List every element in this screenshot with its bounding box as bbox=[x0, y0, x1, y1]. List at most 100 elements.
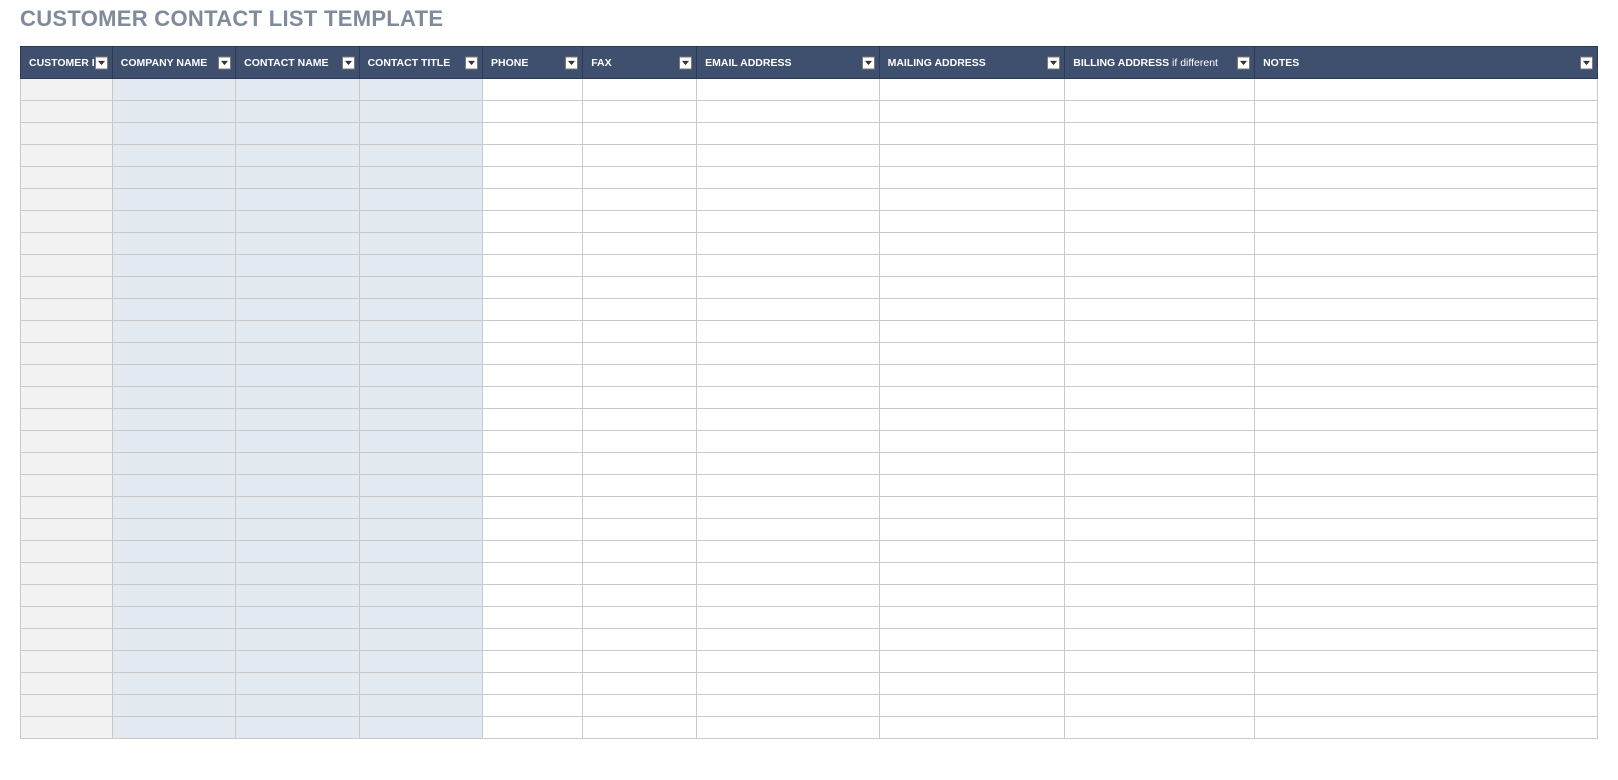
cell[interactable] bbox=[359, 673, 482, 695]
cell[interactable] bbox=[879, 343, 1065, 365]
cell[interactable] bbox=[359, 717, 482, 739]
filter-dropdown-icon[interactable] bbox=[679, 56, 692, 69]
cell[interactable] bbox=[583, 695, 697, 717]
cell[interactable] bbox=[21, 475, 113, 497]
cell[interactable] bbox=[482, 431, 582, 453]
cell[interactable] bbox=[697, 277, 879, 299]
cell[interactable] bbox=[697, 431, 879, 453]
cell[interactable] bbox=[112, 101, 235, 123]
cell[interactable] bbox=[1065, 519, 1255, 541]
cell[interactable] bbox=[112, 651, 235, 673]
cell[interactable] bbox=[21, 299, 113, 321]
cell[interactable] bbox=[697, 563, 879, 585]
cell[interactable] bbox=[21, 277, 113, 299]
cell[interactable] bbox=[482, 651, 582, 673]
cell[interactable] bbox=[482, 167, 582, 189]
cell[interactable] bbox=[21, 541, 113, 563]
cell[interactable] bbox=[21, 255, 113, 277]
cell[interactable] bbox=[697, 541, 879, 563]
cell[interactable] bbox=[359, 189, 482, 211]
cell[interactable] bbox=[583, 255, 697, 277]
cell[interactable] bbox=[697, 255, 879, 277]
cell[interactable] bbox=[359, 365, 482, 387]
cell[interactable] bbox=[236, 563, 359, 585]
cell[interactable] bbox=[21, 651, 113, 673]
cell[interactable] bbox=[359, 431, 482, 453]
cell[interactable] bbox=[1065, 145, 1255, 167]
cell[interactable] bbox=[1255, 629, 1598, 651]
cell[interactable] bbox=[482, 299, 582, 321]
cell[interactable] bbox=[21, 585, 113, 607]
cell[interactable] bbox=[1255, 255, 1598, 277]
cell[interactable] bbox=[1065, 717, 1255, 739]
cell[interactable] bbox=[112, 431, 235, 453]
cell[interactable] bbox=[1255, 651, 1598, 673]
cell[interactable] bbox=[697, 365, 879, 387]
cell[interactable] bbox=[21, 343, 113, 365]
cell[interactable] bbox=[21, 387, 113, 409]
cell[interactable] bbox=[583, 519, 697, 541]
cell[interactable] bbox=[879, 189, 1065, 211]
cell[interactable] bbox=[583, 409, 697, 431]
cell[interactable] bbox=[1065, 79, 1255, 101]
cell[interactable] bbox=[21, 519, 113, 541]
cell[interactable] bbox=[583, 211, 697, 233]
cell[interactable] bbox=[359, 211, 482, 233]
cell[interactable] bbox=[21, 629, 113, 651]
cell[interactable] bbox=[236, 651, 359, 673]
cell[interactable] bbox=[879, 607, 1065, 629]
cell[interactable] bbox=[482, 189, 582, 211]
cell[interactable] bbox=[236, 365, 359, 387]
cell[interactable] bbox=[482, 255, 582, 277]
cell[interactable] bbox=[1065, 453, 1255, 475]
cell[interactable] bbox=[879, 541, 1065, 563]
cell[interactable] bbox=[879, 651, 1065, 673]
cell[interactable] bbox=[482, 277, 582, 299]
cell[interactable] bbox=[236, 387, 359, 409]
cell[interactable] bbox=[112, 673, 235, 695]
cell[interactable] bbox=[112, 255, 235, 277]
cell[interactable] bbox=[1065, 563, 1255, 585]
cell[interactable] bbox=[879, 387, 1065, 409]
cell[interactable] bbox=[21, 607, 113, 629]
cell[interactable] bbox=[482, 519, 582, 541]
cell[interactable] bbox=[359, 387, 482, 409]
cell[interactable] bbox=[112, 497, 235, 519]
cell[interactable] bbox=[1255, 189, 1598, 211]
cell[interactable] bbox=[879, 101, 1065, 123]
cell[interactable] bbox=[697, 519, 879, 541]
cell[interactable] bbox=[112, 343, 235, 365]
cell[interactable] bbox=[21, 497, 113, 519]
cell[interactable] bbox=[1255, 101, 1598, 123]
cell[interactable] bbox=[112, 365, 235, 387]
filter-dropdown-icon[interactable] bbox=[565, 56, 578, 69]
cell[interactable] bbox=[359, 585, 482, 607]
cell[interactable] bbox=[21, 695, 113, 717]
cell[interactable] bbox=[697, 101, 879, 123]
cell[interactable] bbox=[583, 673, 697, 695]
cell[interactable] bbox=[879, 145, 1065, 167]
cell[interactable] bbox=[879, 211, 1065, 233]
cell[interactable] bbox=[359, 123, 482, 145]
cell[interactable] bbox=[879, 695, 1065, 717]
cell[interactable] bbox=[112, 519, 235, 541]
cell[interactable] bbox=[359, 541, 482, 563]
cell[interactable] bbox=[583, 563, 697, 585]
cell[interactable] bbox=[1255, 211, 1598, 233]
cell[interactable] bbox=[482, 123, 582, 145]
cell[interactable] bbox=[236, 255, 359, 277]
cell[interactable] bbox=[359, 409, 482, 431]
cell[interactable] bbox=[1255, 145, 1598, 167]
cell[interactable] bbox=[236, 145, 359, 167]
cell[interactable] bbox=[482, 695, 582, 717]
cell[interactable] bbox=[697, 387, 879, 409]
cell[interactable] bbox=[879, 277, 1065, 299]
cell[interactable] bbox=[482, 365, 582, 387]
cell[interactable] bbox=[697, 651, 879, 673]
cell[interactable] bbox=[1065, 431, 1255, 453]
cell[interactable] bbox=[1255, 277, 1598, 299]
cell[interactable] bbox=[1255, 475, 1598, 497]
cell[interactable] bbox=[359, 453, 482, 475]
cell[interactable] bbox=[583, 475, 697, 497]
cell[interactable] bbox=[112, 475, 235, 497]
